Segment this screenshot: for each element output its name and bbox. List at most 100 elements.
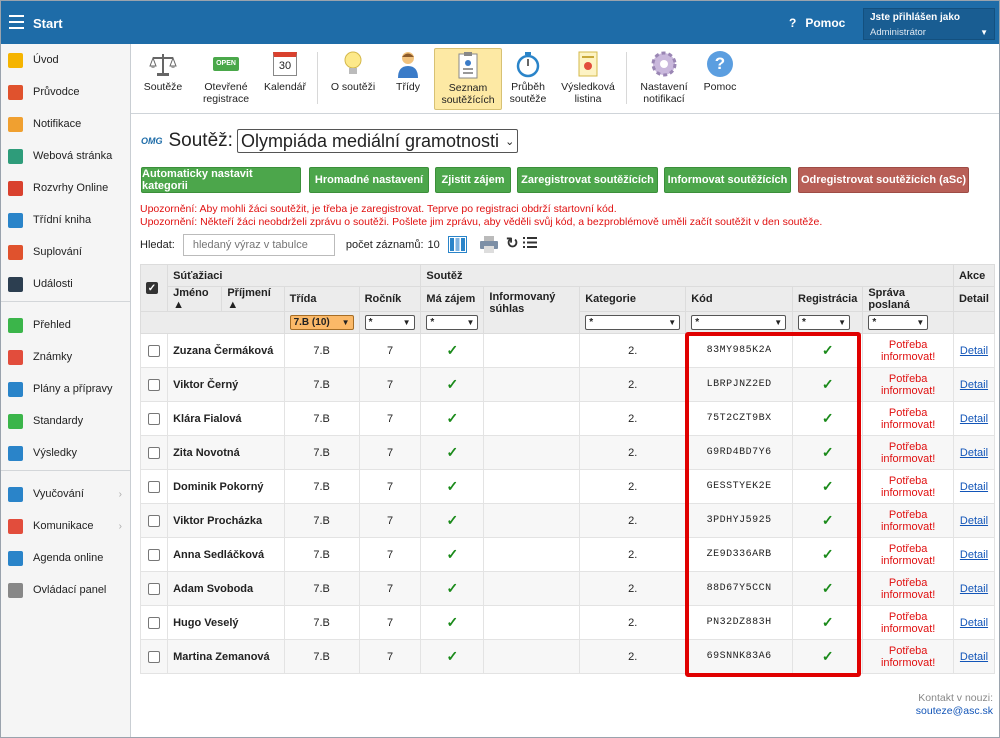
sidebar-item-notifications[interactable]: Notifikace [1, 110, 130, 138]
sidebar-item-events[interactable]: Události [1, 270, 130, 298]
filter-category-select[interactable]: * ▼ [585, 315, 681, 330]
find-interest-button[interactable]: Zjistit zájem [435, 167, 511, 193]
student-class: 7.B [283, 333, 360, 368]
toolbar-about[interactable]: O soutěži [325, 48, 381, 110]
message-status: Potřeba informovat! [862, 605, 954, 640]
col-consent[interactable]: Informovaný súhlas [483, 286, 581, 334]
detail-link[interactable]: Detail [960, 617, 988, 629]
message-status-line: Potřeba [888, 542, 928, 555]
row-checkbox[interactable] [148, 344, 161, 357]
toolbar-open-registrations[interactable]: OPEN Otevřené registrace [195, 48, 257, 110]
sidebar-item-control-panel[interactable]: Ovládací panel [1, 576, 130, 604]
toolbar-calendar[interactable]: 30 Kalendář [261, 48, 309, 110]
row-checkbox[interactable] [148, 446, 161, 459]
user-menu[interactable]: Jste přihlášen jako Administrátor ▼ [863, 8, 995, 40]
sidebar-item-plans[interactable]: Plány a přípravy [1, 375, 130, 403]
row-checkbox[interactable] [148, 582, 161, 595]
auto-category-button[interactable]: Automaticky nastavit kategorii [141, 167, 301, 193]
row-checkbox[interactable] [148, 514, 161, 527]
sidebar-item-communication[interactable]: Komunikace › [1, 512, 130, 540]
sidebar-item-class-book[interactable]: Třídní kniha [1, 206, 130, 234]
contact-email-link[interactable]: souteze@asc.sk [916, 705, 993, 718]
student-year: 7 [358, 503, 422, 538]
col-last-name[interactable]: Příjmení ▲ [221, 286, 285, 312]
detail-link[interactable]: Detail [960, 413, 988, 425]
sidebar-item-intro[interactable]: Úvod [1, 46, 130, 74]
row-checkbox[interactable] [148, 480, 161, 493]
filter-registration-select[interactable]: * ▼ [798, 315, 851, 330]
table-row: Dominik Pokorný 7.B 7 ✓ 2. GESSTYEK2E ✓ Potřeba… [139, 469, 996, 504]
table-row: Zita Novotná 7.B 7 ✓ 2. G9RD4BD7Y6 ✓ Potřeba inf… [139, 435, 996, 470]
hamburger-menu-icon[interactable] [9, 15, 24, 29]
toolbar-classes[interactable]: Třídy [385, 48, 431, 110]
registration-check: ✓ [792, 333, 864, 368]
print-icon[interactable] [480, 236, 498, 256]
col-first-name[interactable]: Jméno ▲ [167, 286, 223, 312]
filter-class-select[interactable]: 7.B (10) ▼ [289, 315, 354, 330]
row-checkbox[interactable] [148, 548, 161, 561]
detail-link[interactable]: Detail [960, 583, 988, 595]
col-registration[interactable]: Registrácia [792, 286, 864, 312]
app-title[interactable]: Start [33, 16, 63, 31]
toolbar-competitions[interactable]: Soutěže [137, 48, 189, 110]
message-status: Potřeba informovat! [862, 469, 954, 504]
detail-link[interactable]: Detail [960, 379, 988, 391]
select-all-checkbox[interactable]: ✓ [146, 282, 158, 295]
search-input[interactable] [182, 234, 335, 256]
sidebar-item-overview[interactable]: Přehled [1, 311, 130, 339]
row-checkbox[interactable] [148, 650, 161, 663]
stopwatch-icon [514, 50, 542, 78]
toolbar-label: registrace [202, 93, 250, 105]
competition-select[interactable]: Olympiáda mediální gramotnosti ⌄ [236, 129, 519, 153]
registration-check: ✓ [792, 605, 864, 640]
student-category: 2. [579, 469, 687, 504]
toolbar-help[interactable]: ? Pomoc [699, 48, 741, 110]
refresh-icon[interactable]: ↻ [506, 234, 519, 252]
toolbar-progress[interactable]: Průběh soutěže [505, 48, 551, 110]
row-checkbox[interactable] [148, 378, 161, 391]
detail-link[interactable]: Detail [960, 481, 988, 493]
filter-message-select[interactable]: * ▼ [868, 315, 929, 330]
student-category: 2. [579, 503, 687, 538]
detail-link[interactable]: Detail [960, 515, 988, 527]
filter-interest-select[interactable]: * ▼ [426, 315, 479, 330]
list-icon[interactable] [523, 236, 537, 252]
briefcase-icon [8, 381, 23, 397]
unregister-button[interactable]: Odregistrovat soutěžících (aSc) [798, 167, 969, 193]
sidebar-item-teaching[interactable]: Vyučování › [1, 480, 130, 508]
col-code[interactable]: Kód [685, 286, 794, 312]
sidebar-item-website[interactable]: Webová stránka [1, 142, 130, 170]
sidebar-item-grades[interactable]: Známky [1, 343, 130, 371]
student-name: Dominik Pokorný [167, 469, 285, 504]
sidebar-item-agenda[interactable]: Agenda online [1, 544, 130, 572]
toolbar-results[interactable]: Výsledková listina [555, 48, 621, 110]
detail-link[interactable]: Detail [960, 447, 988, 459]
col-interest[interactable]: Má zájem [420, 286, 485, 312]
help-link[interactable]: ? Pomoc [789, 16, 845, 30]
filter-year-select[interactable]: * ▼ [364, 315, 415, 330]
col-class[interactable]: Třída [283, 286, 360, 312]
sidebar-item-substitutions[interactable]: Suplování [1, 238, 130, 266]
detail-link[interactable]: Detail [960, 345, 988, 357]
toolbar-participants-list[interactable]: Seznam soutěžících [434, 48, 502, 110]
filter-code-select[interactable]: * ▼ [691, 315, 787, 330]
toolbar-notification-settings[interactable]: Nastavení notifikací [633, 48, 695, 110]
message-status: Potřeba informovat! [862, 537, 954, 572]
sidebar-item-guide[interactable]: Průvodce [1, 78, 130, 106]
columns-icon[interactable] [448, 236, 467, 256]
toolbar-label: Nastavení [640, 81, 688, 93]
register-button[interactable]: Zaregistrovat soutěžících [517, 167, 658, 193]
bulk-settings-button[interactable]: Hromadné nastavení [309, 167, 429, 193]
detail-link[interactable]: Detail [960, 549, 988, 561]
col-year[interactable]: Ročník [358, 286, 422, 312]
row-checkbox[interactable] [148, 616, 161, 629]
col-message-sent[interactable]: Správa poslaná [862, 286, 954, 312]
sidebar-item-results[interactable]: Výsledky [1, 439, 130, 467]
sidebar-item-standards[interactable]: Standardy [1, 407, 130, 435]
filter-value: * [872, 317, 877, 328]
row-checkbox[interactable] [148, 412, 161, 425]
detail-link[interactable]: Detail [960, 651, 988, 663]
col-category[interactable]: Kategorie [579, 286, 687, 312]
inform-button[interactable]: Informovat soutěžících [664, 167, 791, 193]
sidebar-item-timetables[interactable]: Rozvrhy Online [1, 174, 130, 202]
